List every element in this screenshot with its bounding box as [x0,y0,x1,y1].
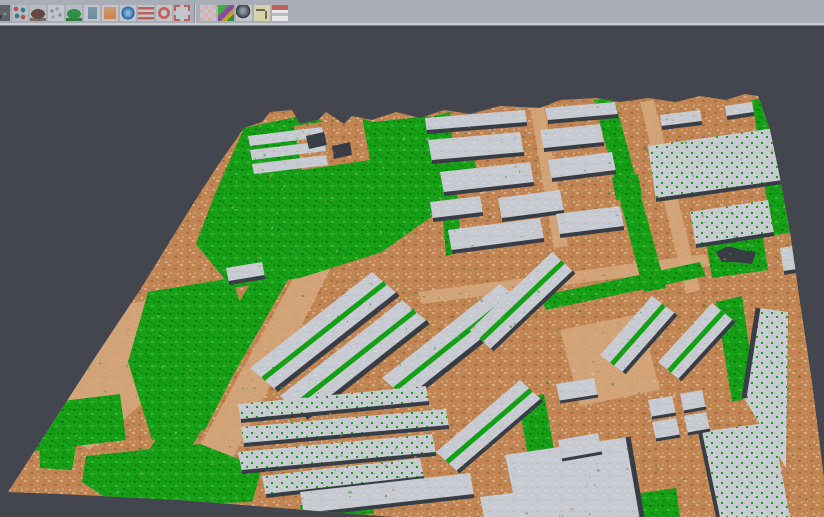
classification-colormap-button[interactable] [217,2,235,24]
selection-box-button[interactable] [173,2,191,24]
toolbar-separator [191,3,199,23]
building-button[interactable] [83,2,101,24]
registration-points-icon [12,5,28,21]
building-icon [84,5,100,21]
measure-grid-icon [254,5,270,21]
point-cloud-scene-canvas[interactable] [0,26,824,517]
terrain-green-button[interactable] [65,2,83,24]
profile-lines-icon [138,5,154,21]
target-circle-button[interactable] [155,2,173,24]
layers-icon [272,5,288,21]
sparse-points-icon [48,5,64,21]
classification-colormap-icon [218,5,234,21]
profile-lines-button[interactable] [137,2,155,24]
point-cloud-icon [0,5,10,21]
globe-button[interactable] [119,2,137,24]
mesh-grid-icon [200,5,216,21]
ground-patch-icon [102,5,118,21]
sparse-points-button[interactable] [47,2,65,24]
globe-icon [120,5,136,21]
sphere-icon [236,5,252,21]
application-window [0,0,824,517]
terrain-green-icon [66,5,82,21]
registration-points-button[interactable] [11,2,29,24]
measure-grid-button[interactable] [253,2,271,24]
terrain-dark-button[interactable] [29,2,47,24]
layers-button[interactable] [271,2,289,24]
viewport-3d[interactable] [0,26,824,517]
selection-box-icon [174,5,190,21]
toolbar [0,0,824,26]
mesh-grid-button[interactable] [199,2,217,24]
sphere-button[interactable] [235,2,253,24]
terrain-dark-icon [30,5,46,21]
point-cloud-button[interactable] [0,2,11,24]
target-circle-icon [156,5,172,21]
ground-patch-button[interactable] [101,2,119,24]
